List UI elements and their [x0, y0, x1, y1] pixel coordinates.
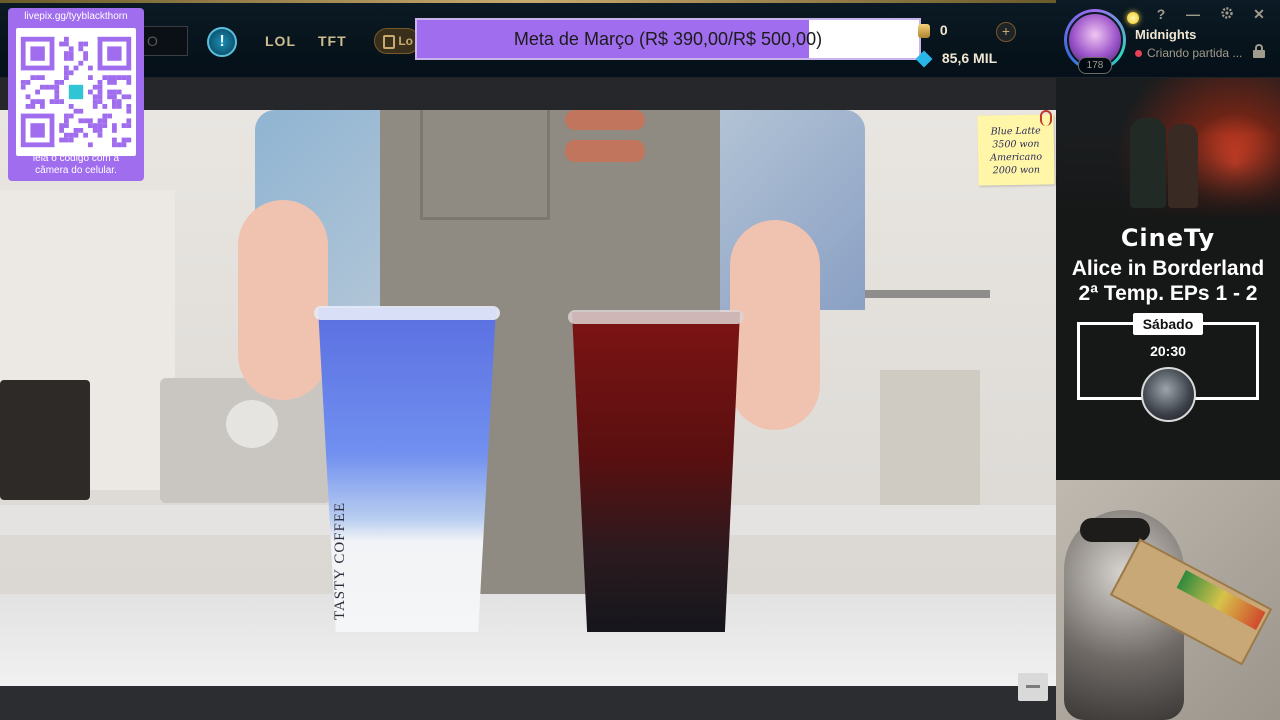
video-letterbox-top [0, 78, 1056, 110]
poster-figure [1168, 124, 1198, 208]
blue-essence-icon [915, 50, 933, 68]
riot-points-icon [918, 24, 930, 39]
riot-points[interactable]: 0 [918, 22, 948, 39]
riot-points-value: 0 [939, 22, 948, 38]
qr-caption: leia o código com a câmera do celular. [8, 153, 144, 177]
cup-brand-text: TASTY COFFEE [332, 501, 348, 620]
minimize-button[interactable]: — [1185, 6, 1201, 22]
summoner-level-badge: 178 [1078, 57, 1112, 74]
show-title: Alice in Borderland 2ª Temp. EPs 1 - 2 [1056, 256, 1280, 306]
note-line: 2000 won [992, 164, 1041, 177]
blue-essence[interactable]: 85,6 MIL [915, 50, 998, 68]
schedule-time: 20:30 [1150, 343, 1186, 359]
scene-arm-right [730, 220, 820, 430]
scene-machine-right [880, 370, 980, 520]
show-title-line2: 2ª Temp. EPs 1 - 2 [1078, 282, 1258, 305]
search-input[interactable]: O [140, 26, 188, 56]
profile-status-text: Criando partida ... [1147, 46, 1243, 60]
qr-url: livepix.gg/tyyblackthorn [24, 11, 128, 22]
americano-lid [568, 310, 744, 324]
note-line: 3500 won [992, 138, 1040, 151]
poster-figure [1130, 118, 1166, 208]
blue-essence-value: 85,6 MIL [941, 50, 998, 66]
gear-icon[interactable] [1219, 6, 1235, 23]
topbar-accent-line [0, 0, 1056, 3]
close-button[interactable]: ✕ [1251, 6, 1267, 23]
donation-goal-bar: Meta de Março (R$ 390,00/R$ 500,00) [415, 18, 921, 60]
profile-status: Criando partida ... [1135, 46, 1242, 60]
player-settings-button[interactable] [1018, 673, 1048, 701]
lock-icon [1253, 44, 1265, 58]
cup-brand: TASTY COFFEE [322, 410, 362, 620]
show-brand: CineTy [1120, 224, 1216, 252]
status-dot-icon [1135, 50, 1142, 58]
blue-latte-lid [314, 306, 500, 320]
scene-apron-pocket [420, 110, 550, 220]
webcam-raccoon [1056, 480, 1280, 720]
scene-grey-box [160, 378, 330, 503]
host-avatar [1141, 367, 1196, 422]
store-plus-button[interactable]: + [996, 22, 1016, 42]
nav-tft[interactable]: TFT [318, 33, 347, 49]
qr-caption-line1: leia o código com a [32, 153, 120, 164]
play-button-label: Lo [398, 34, 414, 48]
nav-lol[interactable]: LOL [265, 33, 296, 49]
help-button[interactable]: ? [1153, 6, 1169, 22]
note-line: Americano [990, 151, 1043, 164]
video-letterbox-bottom [0, 686, 1056, 720]
scene-coffee-machine [0, 380, 90, 500]
note-line: Blue Latte [990, 125, 1041, 138]
lobby-icon [383, 34, 395, 49]
qr-caption-line2: câmera do celular. [35, 165, 117, 176]
scene-apron-strap [565, 110, 645, 130]
scene-arm-left [238, 200, 328, 400]
play-button[interactable]: Lo [374, 28, 420, 54]
scene-apron-strap [565, 140, 645, 162]
show-title-line1: Alice in Borderland [1071, 257, 1265, 280]
paperclip-icon [1040, 110, 1052, 126]
schedule-day: Sábado [1133, 313, 1203, 335]
info-icon[interactable]: ! [207, 27, 237, 57]
profile-name[interactable]: Midnights [1135, 27, 1196, 42]
qr-code-image[interactable] [16, 28, 136, 156]
donation-goal-text: Meta de Março (R$ 390,00/R$ 500,00) [513, 29, 823, 49]
video-scene: TASTY COFFEE [0, 110, 1056, 686]
americano-cup [572, 312, 740, 632]
scene-counter [0, 594, 1056, 686]
notification-star-icon[interactable] [1127, 12, 1139, 24]
livepix-qr-card: livepix.gg/tyyblackthorn leia o código c… [8, 8, 144, 181]
